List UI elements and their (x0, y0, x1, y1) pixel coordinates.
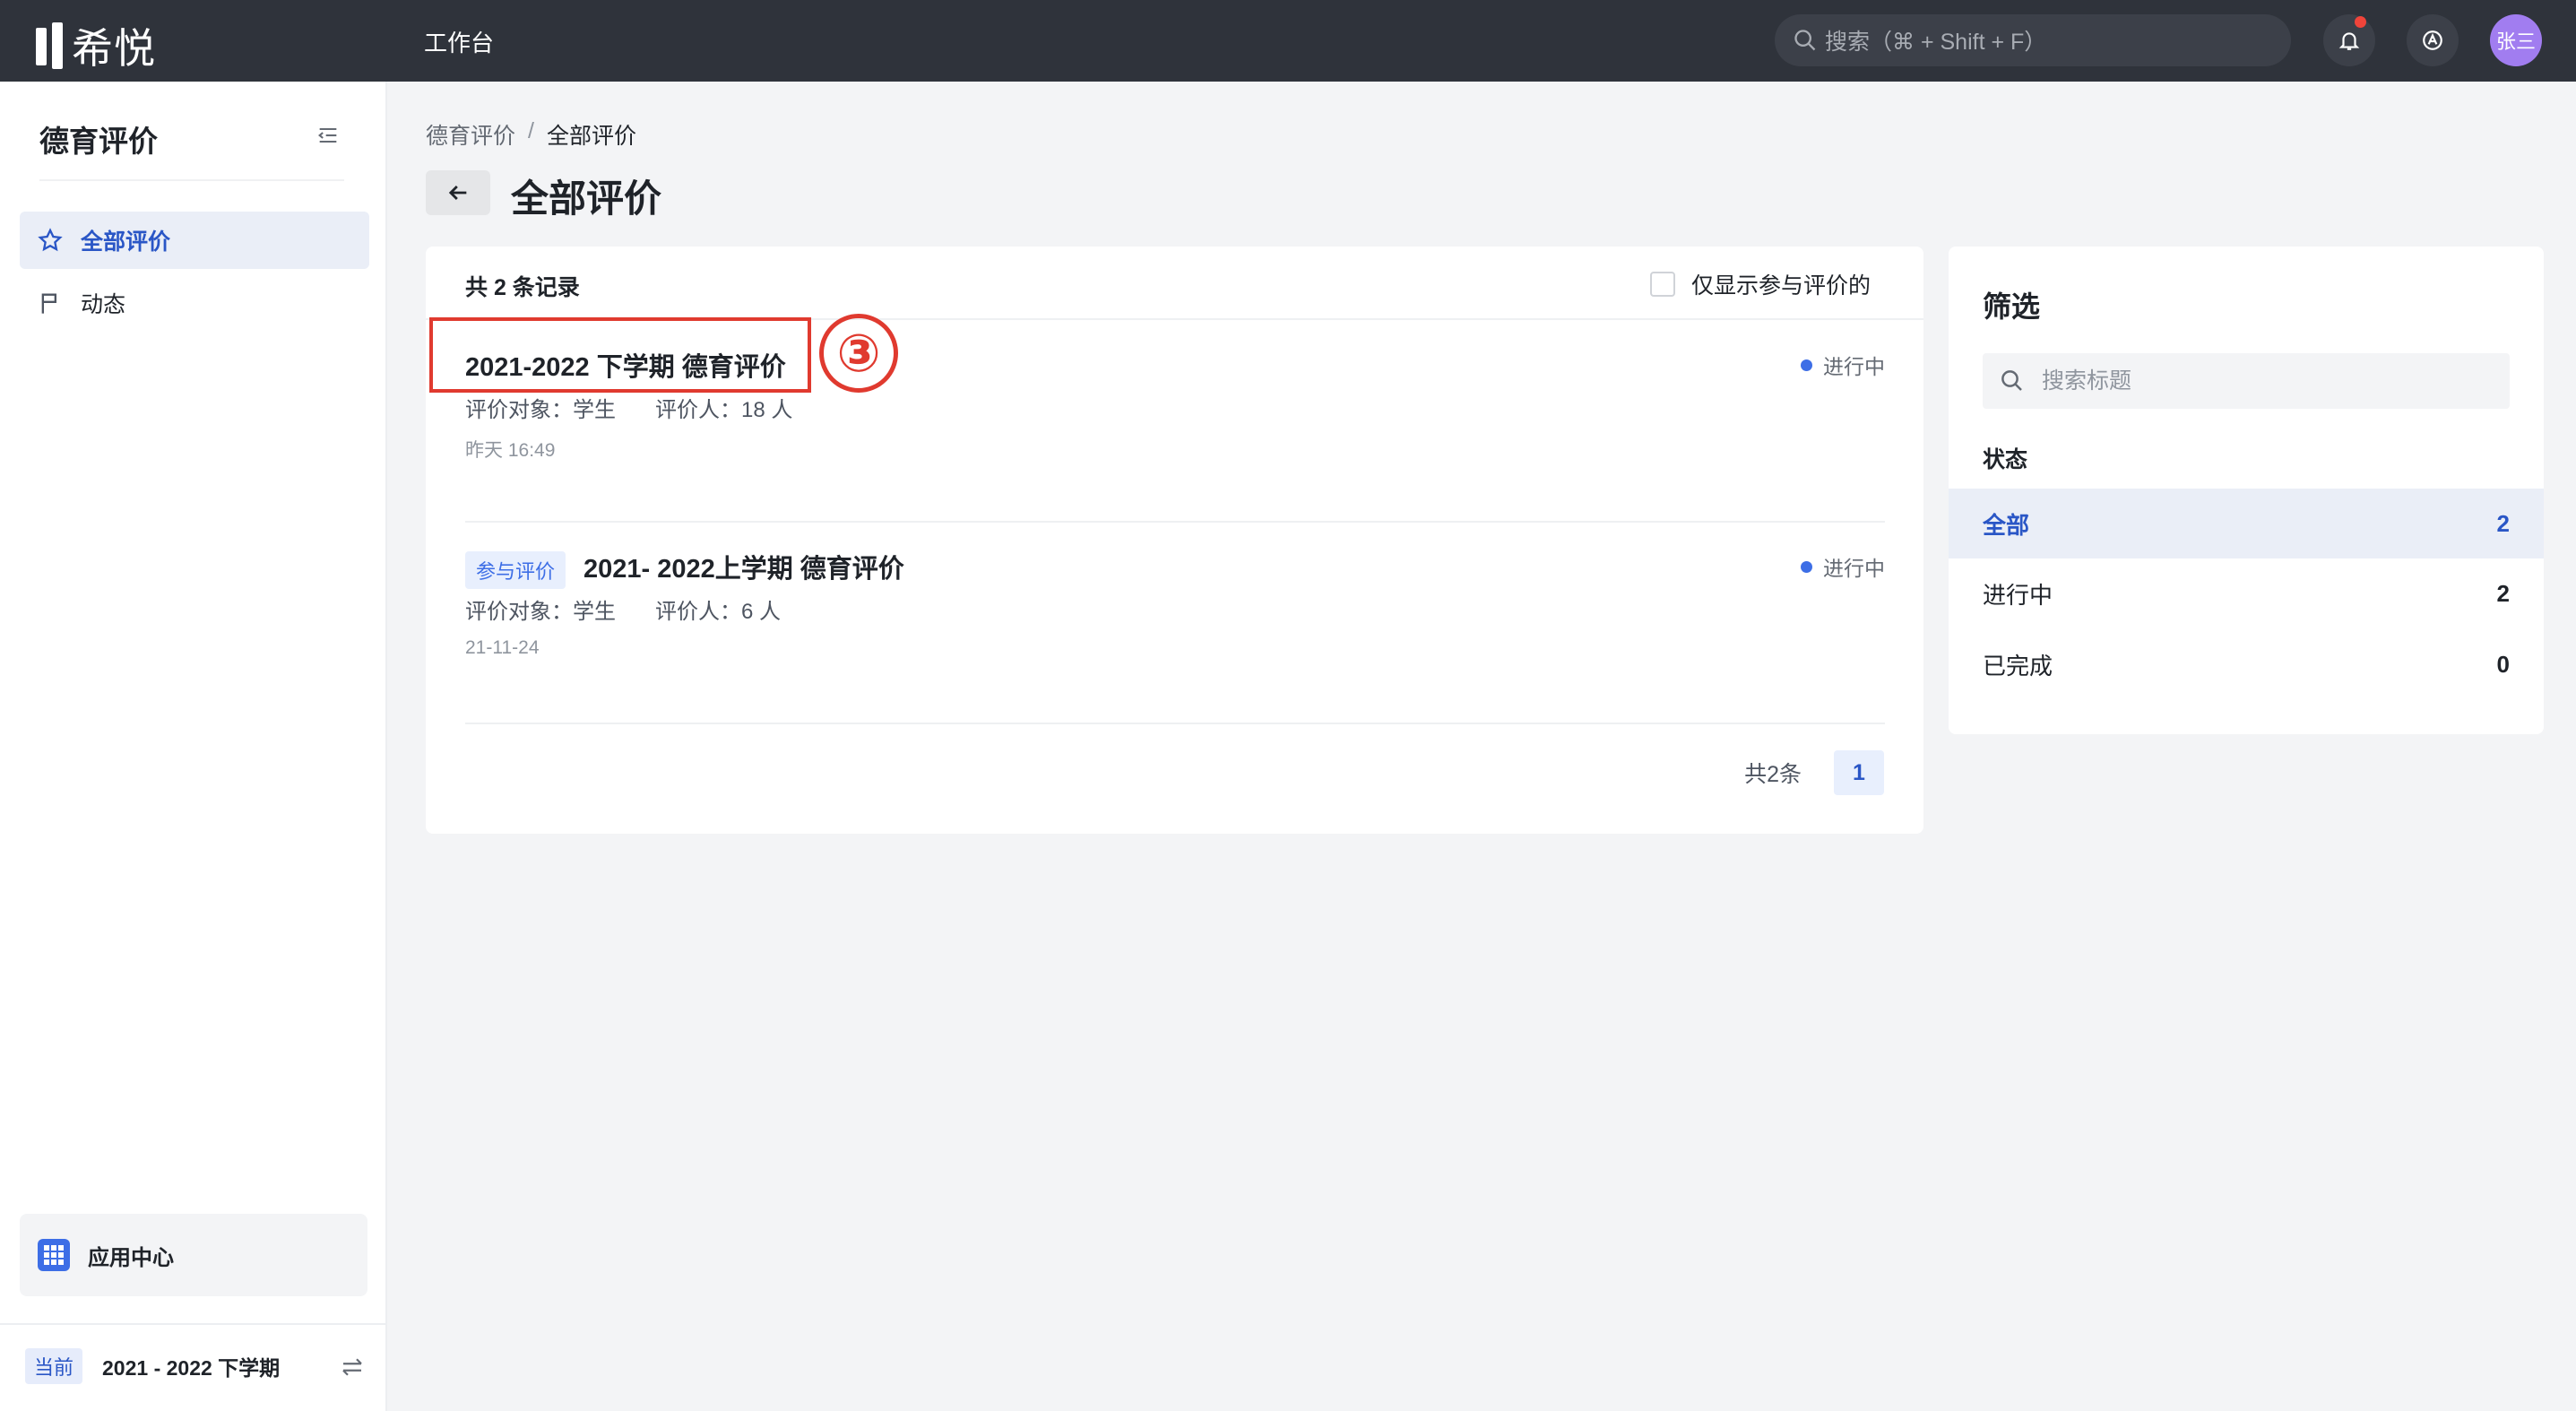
current-term-text: 2021 - 2022 下学期 (102, 1356, 281, 1380)
filter-status-name: 已完成 (1983, 652, 2053, 680)
evaluation-meta: 评价对象：学生 评价人：18 人 (465, 392, 792, 423)
sidebar: 德育评价 全部评价 动态 应用中心 当前 2021 - 2022 下学期 (0, 82, 387, 1411)
status-dot (1801, 560, 1812, 573)
list-header: 共 2 条记录 仅显示参与评价的 (426, 247, 1923, 320)
participated-tag: 参与评价 (465, 551, 566, 589)
assistant-button[interactable] (2407, 14, 2459, 66)
record-count: 共 2 条记录 (465, 275, 580, 300)
bell-icon (2338, 32, 2360, 50)
collapse-menu-icon[interactable] (316, 123, 341, 148)
top-bar: 希悦 工作台 搜索（⌘ + Shift + F） 张三 (0, 0, 2576, 82)
notification-button[interactable] (2323, 14, 2375, 66)
breadcrumb-root[interactable]: 德育评价 (426, 118, 515, 151)
filter-search-input[interactable] (2042, 368, 2490, 394)
filter-status-all[interactable]: 全部 2 (1949, 489, 2544, 558)
evaluation-list-card: 共 2 条记录 仅显示参与评价的 ③ 2021-2022 下学期 德育评价 进行… (426, 247, 1923, 834)
filter-status-in-progress[interactable]: 进行中 2 (1949, 558, 2544, 628)
status-text: 进行中 (1823, 557, 1885, 580)
search-icon (1794, 30, 1816, 51)
sidebar-bottom-divider (0, 1323, 385, 1325)
evaluation-meta: 评价对象：学生 评价人：6 人 (465, 593, 781, 625)
page-button-current[interactable]: 1 (1834, 750, 1884, 795)
status-badge: 进行中 (1801, 350, 1885, 380)
item-divider (465, 521, 1885, 523)
sidebar-item-label: 全部评价 (81, 229, 171, 255)
filter-status-count: 0 (2496, 650, 2510, 678)
sidebar-title: 德育评价 (39, 125, 158, 158)
filter-status-count: 2 (2496, 579, 2510, 607)
assistant-icon (2423, 30, 2442, 50)
current-term-tag: 当前 (25, 1348, 83, 1384)
arrow-left-icon (448, 186, 467, 200)
breadcrumb-separator: / (528, 118, 534, 143)
filter-status-name: 进行中 (1983, 581, 2053, 609)
evaluation-target: 评价对象：学生 (465, 398, 616, 422)
sidebar-divider (39, 179, 344, 181)
search-icon (2001, 370, 2022, 391)
back-button[interactable] (426, 170, 490, 215)
status-dot (1801, 359, 1812, 371)
only-participated-checkbox[interactable] (1650, 272, 1675, 297)
user-avatar[interactable]: 张三 (2490, 14, 2542, 66)
app-logo[interactable]: 希悦 (36, 16, 156, 75)
current-term: 当前 2021 - 2022 下学期 (25, 1348, 366, 1384)
evaluation-time: 21-11-24 (465, 637, 540, 658)
notification-dot (2355, 16, 2366, 28)
sidebar-item-label: 动态 (81, 292, 126, 317)
global-search[interactable]: 搜索（⌘ + Shift + F） (1775, 14, 2291, 66)
app-center-label: 应用中心 (88, 1245, 174, 1270)
star-icon (38, 228, 63, 252)
filter-status-count: 2 (2496, 509, 2510, 537)
page-title: 全部评价 (511, 177, 662, 220)
item-divider (465, 723, 1885, 724)
filter-status-completed[interactable]: 已完成 0 (1949, 629, 2544, 699)
breadcrumb: 德育评价 / 全部评价 (426, 118, 636, 151)
logo-text: 希悦 (72, 25, 156, 72)
nav-workbench[interactable]: 工作台 (424, 25, 494, 58)
only-participated-filter[interactable]: 仅显示参与评价的 (1650, 268, 1871, 300)
evaluation-raters: 评价人：18 人 (655, 398, 793, 422)
sidebar-item-all-evaluations[interactable]: 全部评价 (20, 212, 369, 269)
flag-icon (41, 293, 56, 314)
pagination-total: 共2条 (1744, 762, 1802, 787)
swap-term-icon[interactable] (339, 1354, 366, 1381)
evaluation-title[interactable]: 2021- 2022上学期 德育评价 (583, 548, 904, 585)
pagination: 共2条 1 (1744, 750, 1884, 795)
search-placeholder: 搜索（⌘ + Shift + F） (1825, 30, 2047, 55)
annotation-step-marker: ③ (819, 314, 898, 393)
status-heading: 状态 (1983, 447, 2028, 472)
evaluation-title[interactable]: 2021-2022 下学期 德育评价 (465, 346, 786, 384)
filter-title: 筛选 (1983, 290, 2041, 323)
sidebar-item-activity[interactable]: 动态 (20, 274, 369, 332)
only-participated-label: 仅显示参与评价的 (1691, 273, 1871, 299)
app-grid-icon (38, 1239, 70, 1271)
filter-status-name: 全部 (1983, 511, 2030, 539)
logo-mark-icon (36, 22, 66, 69)
evaluation-target: 评价对象：学生 (465, 600, 616, 624)
filter-panel: 筛选 状态 全部 2 进行中 2 已完成 0 (1949, 247, 2544, 734)
status-badge: 进行中 (1801, 551, 1885, 582)
filter-search-box[interactable] (1983, 353, 2510, 409)
evaluation-time: 昨天 16:49 (465, 440, 556, 461)
app-center-button[interactable]: 应用中心 (20, 1214, 367, 1296)
breadcrumb-current: 全部评价 (546, 124, 636, 149)
status-text: 进行中 (1823, 355, 1885, 378)
evaluation-raters: 评价人：6 人 (655, 600, 782, 624)
